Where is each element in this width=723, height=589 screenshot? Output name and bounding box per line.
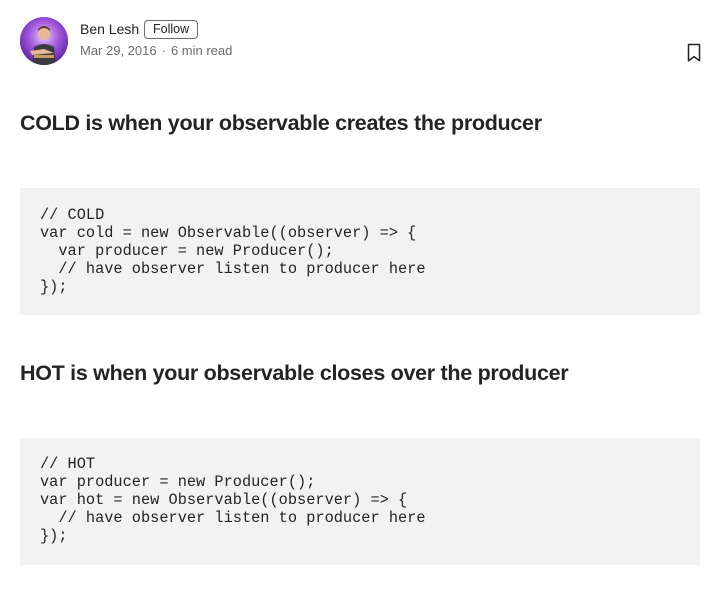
code-line: // HOT: [40, 455, 96, 473]
code-line: // have observer listen to producer here: [40, 509, 426, 527]
code-line: var producer = new Producer();: [40, 473, 316, 491]
author-name[interactable]: Ben Lesh: [80, 21, 139, 37]
avatar-image: [20, 17, 68, 65]
bookmark-icon[interactable]: [685, 43, 703, 63]
code-line: var producer = new Producer();: [40, 242, 334, 260]
code-line: var cold = new Observable((observer) => …: [40, 224, 417, 242]
code-line: var hot = new Observable((observer) => {: [40, 491, 408, 509]
code-block-hot: // HOT var producer = new Producer(); va…: [20, 438, 700, 565]
code-block-cold: // COLD var cold = new Observable((obser…: [20, 188, 700, 315]
author-bar: Ben Lesh Follow Mar 29, 2016 · 6 min read: [20, 17, 703, 65]
code-line: });: [40, 278, 68, 296]
meta-separator: ·: [161, 43, 166, 58]
section-heading-hot: HOT is when your observable closes over …: [20, 361, 569, 385]
code-line: // COLD: [40, 206, 105, 224]
read-time: 6 min read: [170, 43, 233, 58]
code-line: // have observer listen to producer here: [40, 260, 426, 278]
post-meta: Mar 29, 2016 · 6 min read: [80, 43, 232, 58]
code-line: });: [40, 527, 68, 545]
follow-button[interactable]: Follow: [144, 20, 199, 39]
publish-date: Mar 29, 2016: [80, 43, 157, 58]
section-heading-cold: COLD is when your observable creates the…: [20, 111, 542, 135]
avatar[interactable]: [20, 17, 68, 65]
